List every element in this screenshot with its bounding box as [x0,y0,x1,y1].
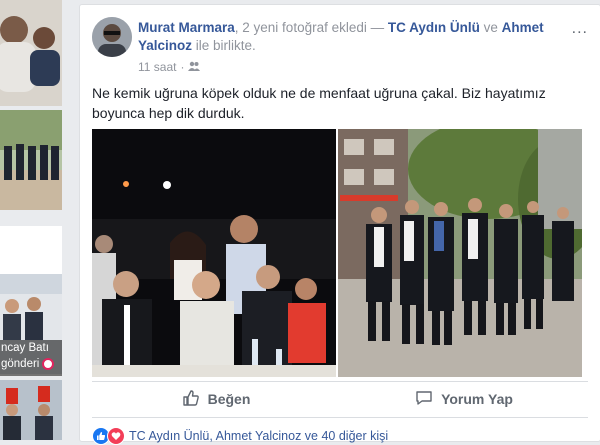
more-options-icon[interactable]: ... [572,20,588,38]
like-button[interactable]: Beğen [92,382,340,416]
author-avatar[interactable] [92,17,132,57]
post-time-link[interactable]: 11 saat [138,60,176,74]
friends-audience-icon[interactable] [188,60,201,74]
comment-bubble-icon [415,389,433,410]
separator: — [366,20,388,35]
left-sidebar: ncay Batı gönderi [0,0,66,440]
post-photo-1[interactable] [92,129,336,377]
reactions-text: TC Aydın Ünlü, Ahmet Yalcinoz ve 40 diğe… [129,429,389,443]
comment-button[interactable]: Yorum Yap [340,382,588,416]
post-meta: 11 saat · [138,60,201,74]
thumbs-up-icon [182,389,200,410]
sidebar-photo-1[interactable] [0,0,62,106]
comment-label: Yorum Yap [441,391,513,407]
reactions-summary[interactable]: TC Aydın Ünlü, Ahmet Yalcinoz ve 40 diğe… [92,427,388,445]
conj-text: ve [479,20,502,35]
notification-dot-icon [42,358,55,370]
post-actions: Beğen Yorum Yap [92,382,588,416]
sidebar-card-name: ncay Batı [1,342,49,354]
author-name-link[interactable]: Murat Marmara [138,20,235,35]
love-reaction-icon [107,427,125,445]
post-photo-2[interactable] [338,129,582,377]
with-text: ile birlikte. [192,38,256,53]
actions-divider-bottom [92,417,588,418]
sidebar-photo-2[interactable] [0,110,62,210]
sidebar-card[interactable]: ncay Batı gönderi [0,226,62,376]
post-header: Murat Marmara, 2 yeni fotoğraf ekledi — … [138,19,558,55]
action-text: , 2 yeni fotoğraf ekledi [234,20,367,35]
post-card: Murat Marmara, 2 yeni fotoğraf ekledi — … [79,4,600,445]
post-text: Ne kemik uğruna köpek olduk ne de menfaa… [92,85,546,121]
like-label: Beğen [207,391,251,407]
sidebar-photo-3[interactable] [0,380,62,440]
sidebar-card-action: gönderi [1,358,40,370]
tagged-user-1-link[interactable]: TC Aydın Ünlü [388,20,480,35]
